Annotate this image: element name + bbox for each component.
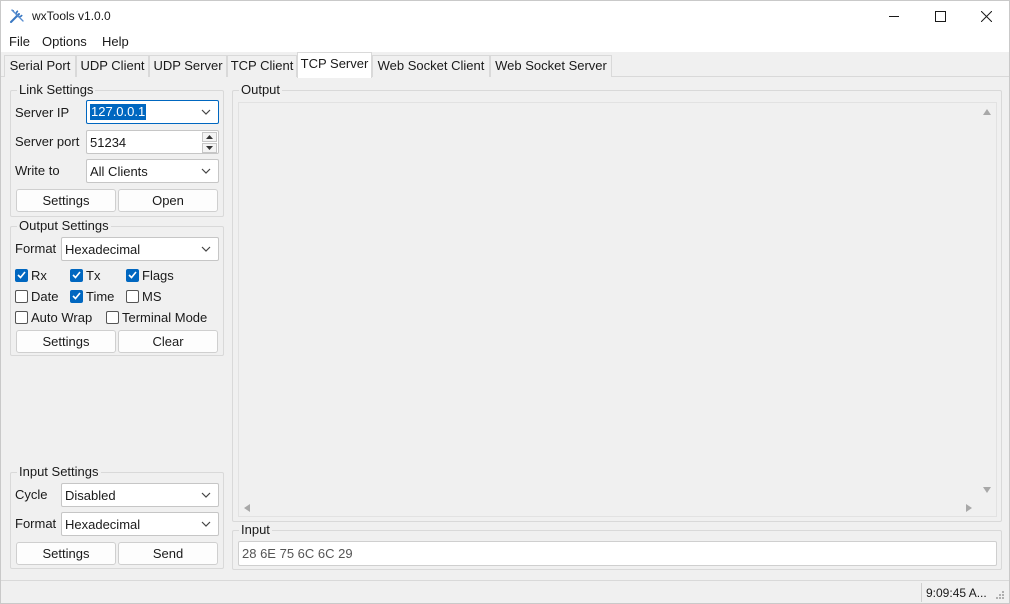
rx-checkbox[interactable]: Rx xyxy=(15,267,47,283)
server-port-value: 51234 xyxy=(90,135,127,150)
ms-label: MS xyxy=(142,288,162,304)
check-icon xyxy=(72,292,81,300)
time-label: Time xyxy=(86,288,115,304)
status-separator xyxy=(921,583,922,602)
checkbox-box xyxy=(126,268,139,282)
spin-down-button[interactable] xyxy=(202,143,217,153)
checkbox-box xyxy=(70,268,83,282)
scroll-down-icon[interactable] xyxy=(983,487,991,493)
server-port-label: Server port xyxy=(15,134,80,149)
close-icon xyxy=(980,10,992,22)
date-label: Date xyxy=(31,288,59,304)
checkbox-box xyxy=(70,289,83,303)
flags-checkbox[interactable]: Flags xyxy=(126,267,174,283)
output-settings-button[interactable]: Settings xyxy=(16,330,116,353)
output-settings-title: Output Settings xyxy=(17,218,111,233)
link-settings-title: Link Settings xyxy=(17,82,96,97)
check-icon xyxy=(128,271,137,279)
scroll-right-icon[interactable] xyxy=(966,504,972,512)
menu-bar: File Options Help xyxy=(1,31,1009,52)
scroll-up-icon[interactable] xyxy=(983,109,991,115)
rx-label: Rx xyxy=(31,267,47,283)
chevron-down-icon xyxy=(201,168,211,174)
terminal-mode-checkbox[interactable]: Terminal Mode xyxy=(106,309,207,325)
minimize-button[interactable] xyxy=(871,1,917,31)
spin-up-button[interactable] xyxy=(202,132,217,142)
terminal-mode-label: Terminal Mode xyxy=(122,309,208,325)
status-time: 9:09:45 A... xyxy=(926,586,987,600)
chevron-down-icon xyxy=(201,492,211,498)
menu-file[interactable]: File xyxy=(9,34,30,49)
input-settings-title: Input Settings xyxy=(17,464,101,479)
arrow-up-icon xyxy=(206,135,213,139)
tab-web-socket-server[interactable]: Web Socket Server xyxy=(490,55,612,77)
output-format-label: Format xyxy=(15,241,57,256)
auto-wrap-label: Auto Wrap xyxy=(31,309,93,325)
check-icon xyxy=(17,271,26,279)
flags-label: Flags xyxy=(142,267,174,283)
server-port-spinbox[interactable]: 51234 xyxy=(86,130,219,154)
tab-bar: Serial Port UDP Client UDP Server TCP Cl… xyxy=(1,52,1009,78)
tab-tcp-server[interactable]: TCP Server xyxy=(297,52,372,78)
write-to-value: All Clients xyxy=(90,164,148,179)
minimize-icon xyxy=(889,16,899,17)
tx-label: Tx xyxy=(86,267,101,283)
checkbox-box xyxy=(15,289,28,303)
server-ip-value: 127.0.0.1 xyxy=(90,104,147,120)
input-format-combo[interactable]: Hexadecimal xyxy=(61,512,219,536)
chevron-down-icon xyxy=(201,246,211,252)
checkbox-box xyxy=(15,310,28,324)
close-button[interactable] xyxy=(963,1,1009,31)
maximize-button[interactable] xyxy=(917,1,963,31)
write-to-combo[interactable]: All Clients xyxy=(86,159,219,183)
input-title: Input xyxy=(239,522,272,537)
maximize-icon xyxy=(934,10,946,22)
app-window: wxTools v1.0.0 File Options Help Serial … xyxy=(0,0,1010,604)
cycle-combo[interactable]: Disabled xyxy=(61,483,219,507)
checkbox-box xyxy=(106,310,119,324)
time-checkbox[interactable]: Time xyxy=(70,288,114,304)
auto-wrap-checkbox[interactable]: Auto Wrap xyxy=(15,309,92,325)
output-text-area[interactable] xyxy=(238,102,997,517)
tx-checkbox[interactable]: Tx xyxy=(70,267,100,283)
tab-udp-server[interactable]: UDP Server xyxy=(149,55,227,77)
input-format-value: Hexadecimal xyxy=(65,517,141,532)
check-icon xyxy=(72,271,81,279)
server-ip-label: Server IP xyxy=(15,105,70,120)
chevron-down-icon xyxy=(201,521,211,527)
title-bar[interactable]: wxTools v1.0.0 xyxy=(1,1,1009,31)
tab-web-socket-client[interactable]: Web Socket Client xyxy=(372,55,490,77)
write-to-label: Write to xyxy=(15,163,60,178)
cycle-value: Disabled xyxy=(65,488,116,503)
tab-tcp-client[interactable]: TCP Client xyxy=(227,55,297,77)
output-format-value: Hexadecimal xyxy=(65,242,141,257)
send-button[interactable]: Send xyxy=(118,542,218,565)
size-grip-icon[interactable] xyxy=(995,590,1005,600)
date-checkbox[interactable]: Date xyxy=(15,288,58,304)
menu-help[interactable]: Help xyxy=(102,34,129,49)
tools-icon xyxy=(9,8,25,24)
tab-udp-client[interactable]: UDP Client xyxy=(76,55,149,77)
chevron-down-icon xyxy=(201,109,211,115)
status-bar: 9:09:45 A... xyxy=(1,580,1009,603)
window-title: wxTools v1.0.0 xyxy=(32,9,111,23)
input-value: 28 6E 75 6C 6C 29 xyxy=(242,546,353,561)
tab-serial-port[interactable]: Serial Port xyxy=(4,55,76,77)
input-settings-button[interactable]: Settings xyxy=(16,542,116,565)
scroll-left-icon[interactable] xyxy=(244,504,250,512)
output-format-combo[interactable]: Hexadecimal xyxy=(61,237,219,261)
input-format-label: Format xyxy=(15,516,57,531)
input-text-field[interactable]: 28 6E 75 6C 6C 29 xyxy=(238,541,997,566)
cycle-label: Cycle xyxy=(15,487,48,502)
menu-options[interactable]: Options xyxy=(42,34,87,49)
ms-checkbox[interactable]: MS xyxy=(126,288,162,304)
checkbox-box xyxy=(126,289,139,303)
checkbox-box xyxy=(15,268,28,282)
arrow-down-icon xyxy=(206,146,213,150)
link-settings-button[interactable]: Settings xyxy=(16,189,116,212)
clear-button[interactable]: Clear xyxy=(118,330,218,353)
server-ip-combo[interactable]: 127.0.0.1 xyxy=(86,100,219,124)
open-button[interactable]: Open xyxy=(118,189,218,212)
output-title: Output xyxy=(239,82,283,97)
